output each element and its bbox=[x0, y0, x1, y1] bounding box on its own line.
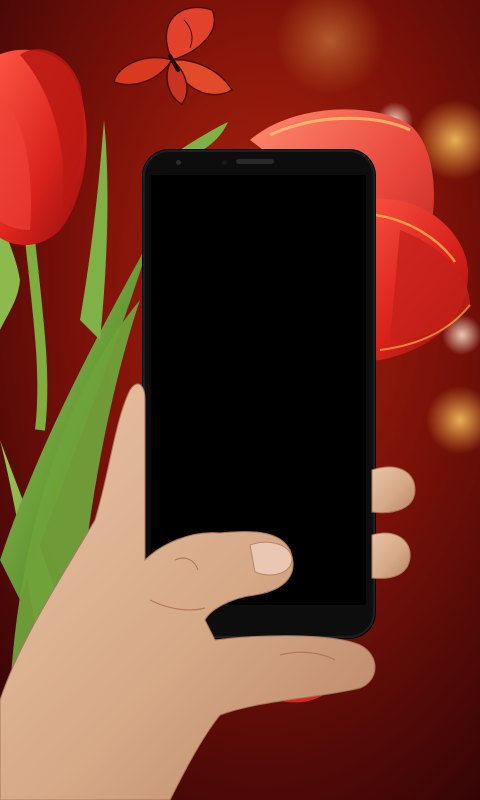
photo-frame-canvas bbox=[0, 0, 480, 800]
phone-sensor bbox=[222, 160, 227, 165]
phone-front-camera bbox=[176, 160, 181, 165]
photo-placeholder-area[interactable] bbox=[151, 175, 366, 605]
phone-speaker bbox=[236, 159, 274, 164]
